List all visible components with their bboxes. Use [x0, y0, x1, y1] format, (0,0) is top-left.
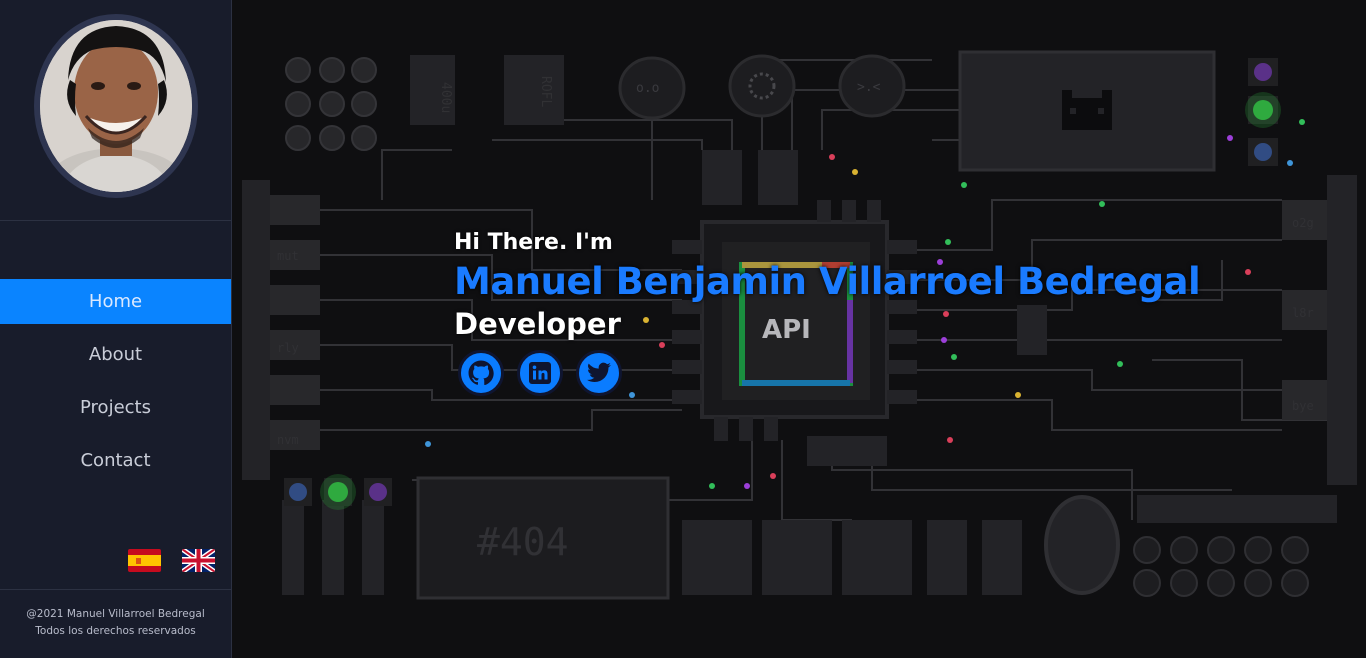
sidebar-footer: @2021 Manuel Villarroel Bedregal Todos l… [0, 589, 231, 658]
main-nav: Home About Projects Contact [0, 279, 231, 491]
twitter-icon [587, 362, 611, 382]
nav-item-home[interactable]: Home [0, 279, 231, 324]
twitter-link[interactable] [576, 350, 622, 396]
profile-area [0, 0, 231, 221]
nav-item-projects[interactable]: Projects [0, 385, 231, 430]
hero-role: Developer [454, 307, 621, 341]
linkedin-link[interactable] [517, 350, 563, 396]
linkedin-icon [529, 362, 551, 384]
github-link[interactable] [458, 350, 504, 396]
uk-flag-icon[interactable] [182, 549, 215, 572]
sidebar: Home About Projects Contact @2021 Manuel… [0, 0, 232, 658]
language-switcher [128, 549, 215, 572]
rights-text: Todos los derechos reservados [35, 625, 196, 637]
hero-name: Manuel Benjamin Villarroel Bedregal [454, 260, 1201, 303]
spain-flag-icon[interactable] [128, 549, 161, 572]
hero-section: Hi There. I'm Manuel Benjamin Villarroel… [454, 230, 1201, 396]
social-links [458, 350, 1200, 396]
main-content: mut rly nvm o2g l8r bye 400u ROFL o.o >.… [232, 0, 1366, 658]
hero-greeting: Hi There. I'm [454, 230, 613, 255]
avatar [34, 14, 198, 198]
nav-item-contact[interactable]: Contact [0, 438, 231, 483]
nav-item-about[interactable]: About [0, 332, 231, 377]
github-icon [468, 360, 494, 386]
copyright-text: @2021 Manuel Villarroel Bedregal [26, 608, 205, 620]
